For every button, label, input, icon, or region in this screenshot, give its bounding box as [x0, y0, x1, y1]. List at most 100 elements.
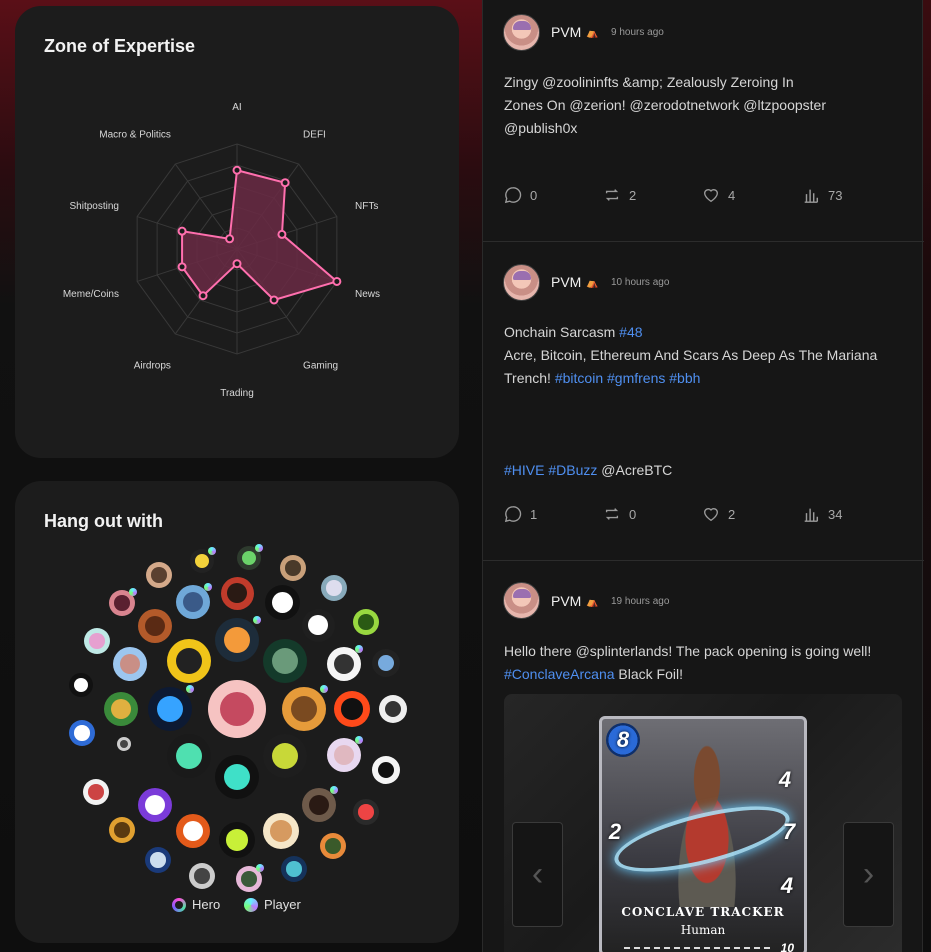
carousel-next-button[interactable]: › — [843, 822, 894, 927]
hashtag[interactable]: #bbh — [669, 370, 700, 386]
profile-avatar[interactable] — [148, 687, 192, 731]
profile-avatar[interactable] — [282, 687, 326, 731]
avatar-image — [325, 838, 341, 854]
profile-avatar[interactable] — [84, 628, 110, 654]
like-button[interactable]: 4 — [702, 186, 735, 204]
avatar-image — [227, 583, 247, 603]
profile-avatar[interactable] — [281, 856, 307, 882]
profile-avatar[interactable] — [104, 692, 138, 726]
profile-avatar[interactable] — [176, 814, 210, 848]
chevron-left-icon: ‹ — [531, 855, 544, 893]
carousel-prev-button[interactable]: ‹ — [512, 822, 563, 927]
profile-avatar[interactable] — [301, 608, 335, 642]
avatar[interactable] — [503, 264, 540, 301]
hashtag[interactable]: #48 — [619, 324, 642, 340]
profile-avatar[interactable] — [69, 720, 95, 746]
profile-avatar[interactable] — [145, 847, 171, 873]
hashtag[interactable]: #bitcoin — [555, 370, 603, 386]
profile-avatar[interactable] — [109, 817, 135, 843]
post-text-line: @publish0x — [504, 120, 578, 136]
profile-avatar[interactable] — [372, 649, 400, 677]
player-gem-icon — [256, 864, 264, 872]
profile-avatar[interactable] — [372, 756, 400, 784]
profile-avatar[interactable] — [113, 647, 147, 681]
player-gem-icon — [204, 583, 212, 591]
radar-axis-label: Shitposting — [70, 201, 119, 212]
avatar[interactable] — [503, 14, 540, 51]
like-count: 2 — [728, 506, 736, 522]
avatar-image — [333, 744, 355, 766]
hashtag[interactable]: #DBuzz — [548, 462, 597, 478]
heart-icon — [704, 508, 718, 522]
avatar-image — [74, 725, 90, 741]
profile-avatar[interactable] — [264, 584, 300, 620]
post[interactable]: PVM ⛺ 10 hours ago Onchain Sarcasm #48 A… — [483, 242, 924, 561]
avatar-image — [377, 654, 395, 672]
hashtag[interactable]: #ConclaveArcana — [504, 666, 615, 682]
card-type: Human — [680, 923, 726, 937]
post-text-line: Trench! #bitcoin #gmfrens #bbh — [504, 367, 904, 390]
tent-icon: ⛺ — [586, 278, 599, 289]
profile-avatar[interactable] — [280, 555, 306, 581]
profile-avatar[interactable] — [321, 575, 347, 601]
avatar-image — [89, 633, 105, 649]
profile-avatar[interactable] — [69, 673, 93, 697]
profile-avatar[interactable] — [219, 822, 255, 858]
profile-avatar[interactable] — [320, 833, 346, 859]
profile-avatar[interactable] — [83, 779, 109, 805]
username[interactable]: PVM — [551, 24, 581, 40]
avatar-image — [119, 653, 141, 675]
profile-avatar[interactable] — [208, 680, 266, 738]
card-name: CONCLAVE TRACKER — [621, 905, 785, 919]
profile-avatar[interactable] — [138, 788, 172, 822]
username[interactable]: PVM — [551, 593, 581, 609]
hashtag[interactable]: #gmfrens — [607, 370, 665, 386]
post-image-carousel[interactable]: ‹ › 8 2 4 7 4 CONCLAVE TRACKER Human 10 — [504, 694, 902, 952]
avatar-image — [308, 794, 330, 816]
post-text: Zingy @zoolininfts &amp; Zealously Zeroi… — [504, 71, 904, 140]
hashtag[interactable]: #HIVE — [504, 462, 544, 478]
profile-avatar[interactable] — [215, 755, 259, 799]
text-fragment: Trench! — [504, 370, 555, 386]
like-button[interactable]: 2 — [702, 505, 735, 523]
magic-stat: 2 — [608, 819, 622, 844]
radar-axis-label: NFTs — [355, 201, 378, 212]
comment-button[interactable]: 0 — [504, 186, 537, 204]
avatar-image — [144, 794, 166, 816]
profile-avatar[interactable] — [379, 695, 407, 723]
radar-axis-label: DEFI — [303, 129, 326, 140]
avatar-image — [144, 615, 166, 637]
avatar[interactable] — [503, 582, 540, 619]
profile-avatar[interactable] — [263, 734, 307, 778]
profile-avatar[interactable] — [263, 813, 299, 849]
avatar-image — [308, 615, 328, 635]
profile-avatar[interactable] — [167, 639, 211, 683]
profile-avatar[interactable] — [215, 618, 259, 662]
radar-axis-label: Trading — [220, 388, 254, 399]
profile-avatar[interactable] — [167, 734, 211, 778]
views-stat: 73 — [802, 186, 842, 204]
profile-avatar[interactable] — [353, 609, 379, 635]
profile-avatar[interactable] — [220, 576, 254, 610]
avatar-image — [290, 695, 318, 723]
avatar-image — [241, 550, 257, 566]
repost-button[interactable]: 0 — [603, 505, 636, 523]
avatar-image — [358, 804, 374, 820]
comment-button[interactable]: 1 — [504, 505, 537, 523]
post[interactable]: PVM ⛺ 9 hours ago Zingy @zoolininfts &am… — [483, 0, 924, 242]
avatar-image — [88, 784, 104, 800]
username[interactable]: PVM — [551, 274, 581, 290]
avatar-image — [358, 614, 374, 630]
profile-avatar[interactable] — [138, 609, 172, 643]
profile-avatar[interactable] — [189, 863, 215, 889]
repost-button[interactable]: 2 — [603, 186, 636, 204]
player-gem-icon — [320, 685, 328, 693]
player-gem-icon — [208, 547, 216, 555]
profile-avatar[interactable] — [334, 691, 370, 727]
post-text-line: Hello there @splinterlands! The pack ope… — [504, 643, 872, 659]
profile-avatar[interactable] — [117, 737, 131, 751]
text-fragment: Black Foil! — [614, 666, 683, 682]
profile-avatar[interactable] — [353, 799, 379, 825]
profile-avatar[interactable] — [146, 562, 172, 588]
profile-avatar[interactable] — [263, 639, 307, 683]
